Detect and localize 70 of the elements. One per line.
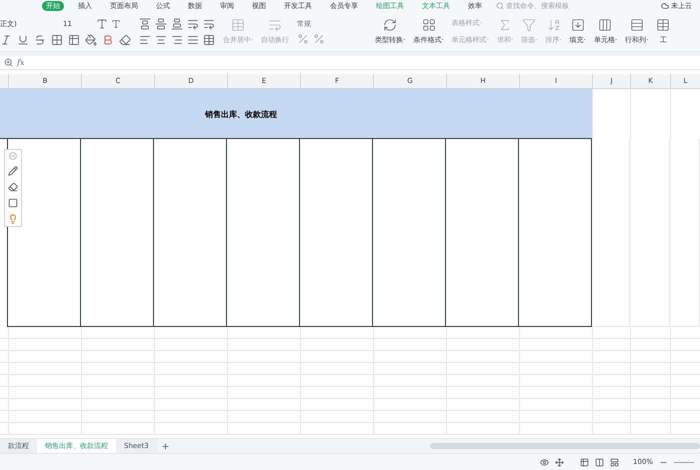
table-cell (670, 375, 700, 387)
ribbon-icon (383, 18, 398, 32)
square-icon[interactable] (8, 198, 18, 208)
table-cell (592, 327, 630, 339)
add-sheet-icon[interactable] (160, 442, 170, 450)
ribbon-icon (570, 18, 585, 32)
merge-icon (231, 18, 246, 32)
table-cell (670, 363, 700, 375)
fill-color-icon[interactable] (85, 34, 97, 46)
table-cell (592, 339, 630, 351)
pen-icon[interactable] (8, 166, 18, 176)
ribbon-icon (656, 18, 670, 32)
collapse-icon[interactable] (9, 152, 17, 160)
fx-label[interactable]: fx (17, 56, 24, 68)
table-cell (630, 399, 670, 411)
align-bottom-icon[interactable] (171, 18, 183, 30)
eye-icon[interactable] (540, 458, 549, 466)
justify-icon[interactable] (187, 34, 199, 46)
table-cell (670, 339, 700, 351)
table-cell (630, 363, 670, 375)
table-cell (630, 375, 670, 387)
ribbon-icon (522, 18, 536, 32)
table-cell (592, 351, 630, 363)
table-cell (670, 423, 700, 435)
table-cell (592, 363, 630, 375)
table-cell (592, 399, 630, 411)
strikethrough-icon[interactable] (34, 34, 46, 46)
table-cell (592, 375, 630, 387)
zoom-icon[interactable] (4, 58, 13, 67)
table-cell (630, 411, 670, 423)
wrap-icon (268, 18, 282, 32)
ribbon-icon (598, 18, 612, 32)
align-center-icon[interactable] (155, 34, 167, 46)
table-cell (670, 399, 700, 411)
title-cell: 销售出库、收款流程 (0, 89, 592, 139)
border-icon[interactable] (51, 34, 63, 46)
align-right-icon[interactable] (171, 34, 183, 46)
eraser-icon[interactable] (8, 182, 18, 192)
table-cell (630, 351, 670, 363)
normal-view-icon[interactable] (580, 458, 589, 466)
align-middle-icon[interactable] (155, 18, 167, 30)
table-cell (630, 423, 670, 435)
table-cell (670, 411, 700, 423)
horizontal-scrollbar[interactable] (430, 443, 700, 449)
ribbon-icon (546, 18, 561, 32)
underline-icon[interactable] (17, 34, 29, 46)
table-cell (592, 387, 630, 399)
align-left-icon[interactable] (139, 34, 151, 46)
table-cell (592, 423, 630, 435)
table-cell (592, 411, 630, 423)
crosshair-icon[interactable] (554, 458, 564, 466)
table-cell (670, 387, 700, 399)
search-icon (496, 2, 504, 10)
bulb-icon[interactable] (8, 214, 18, 224)
table-cell (630, 327, 670, 339)
ribbon-icon (630, 18, 644, 32)
ribbon-icon (422, 18, 436, 32)
align-top-icon[interactable] (139, 18, 151, 30)
eraser-icon[interactable] (119, 34, 131, 46)
table-cell (630, 339, 670, 351)
table-cell (670, 351, 700, 363)
grow-font-icon[interactable] (96, 18, 108, 30)
page-view-icon[interactable] (594, 458, 604, 466)
page-break-icon[interactable] (610, 458, 619, 466)
format-icon[interactable] (68, 34, 80, 46)
table-cell (670, 327, 700, 339)
shrink-font-icon[interactable] (111, 18, 121, 28)
italic-icon[interactable] (0, 34, 12, 46)
table-cell (630, 387, 670, 399)
cloud-icon (661, 2, 669, 10)
